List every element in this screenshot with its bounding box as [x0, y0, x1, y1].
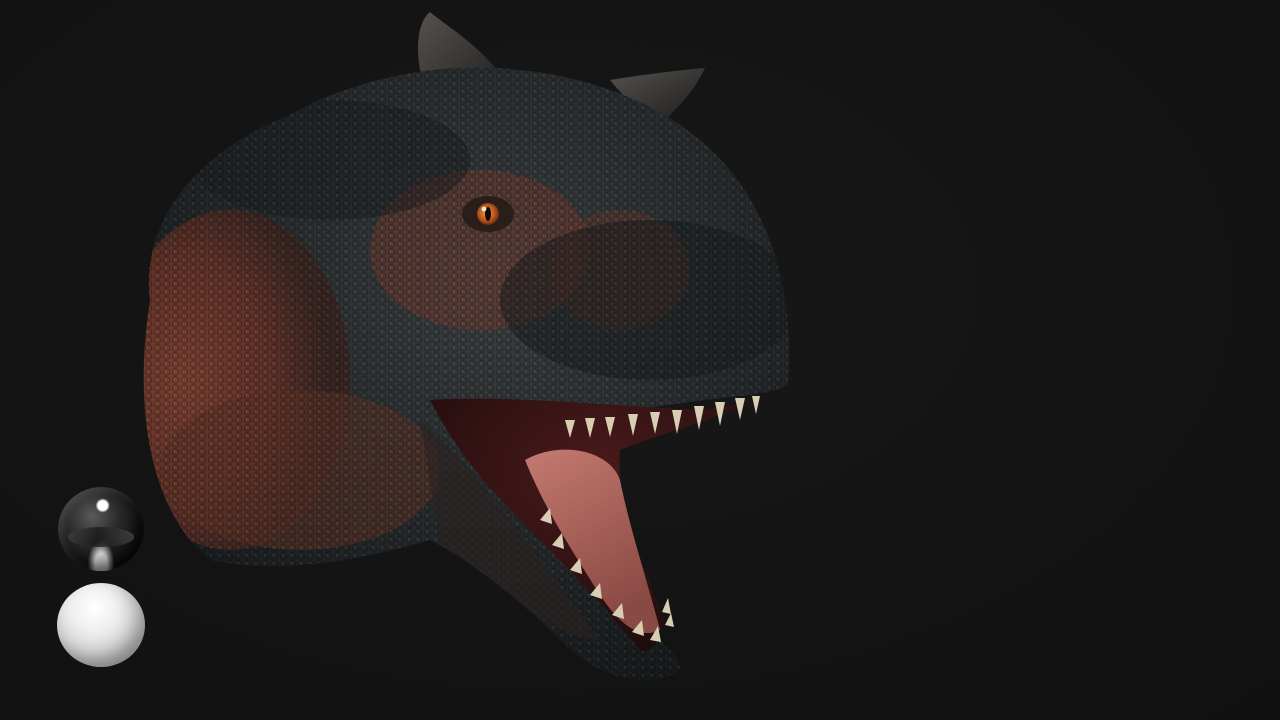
- chrome-material-sphere: [58, 487, 144, 571]
- render-viewport: [0, 0, 1280, 720]
- clay-material-sphere: [57, 583, 145, 667]
- dinosaur-render: [143, 12, 790, 681]
- sphere-reflection: [68, 527, 134, 547]
